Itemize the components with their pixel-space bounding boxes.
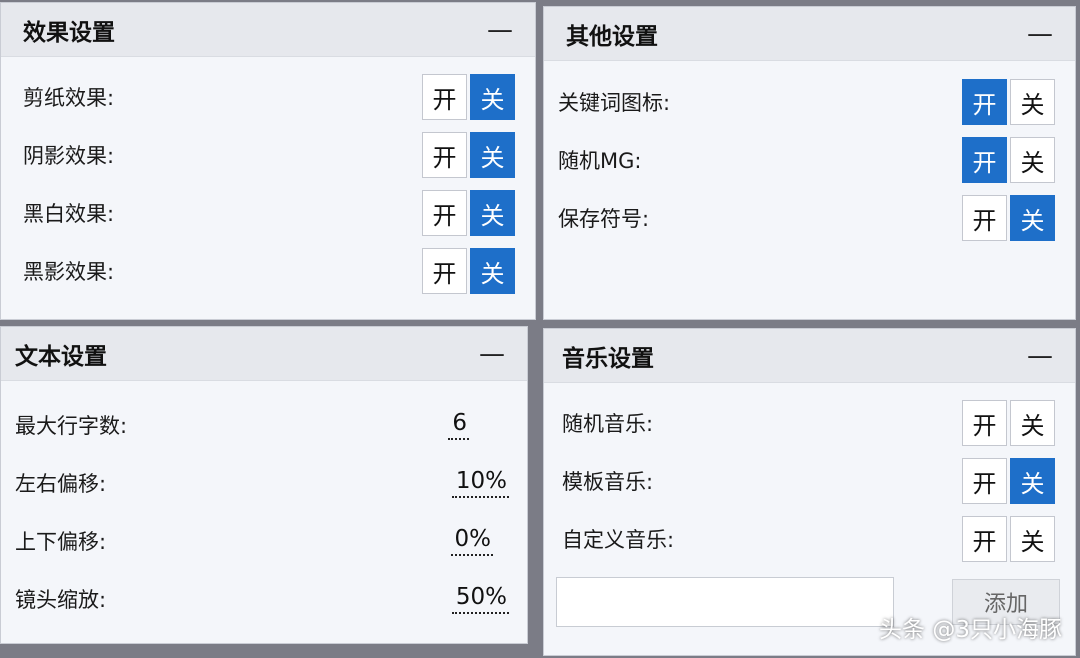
on-button[interactable]: 开 — [422, 74, 467, 120]
off-button[interactable]: 关 — [470, 74, 515, 120]
zoom-value[interactable]: 50% — [451, 584, 509, 614]
off-button[interactable]: 关 — [470, 132, 515, 178]
row-label: 阴影效果: — [23, 144, 115, 168]
row-label: 上下偏移: — [15, 530, 107, 554]
on-button[interactable]: 开 — [962, 195, 1007, 241]
music-panel-header: 音乐设置 — — [544, 329, 1075, 383]
panel-title: 效果设置 — [23, 19, 115, 46]
on-button[interactable]: 开 — [962, 516, 1007, 562]
row-label: 黑影效果: — [23, 260, 115, 284]
off-button[interactable]: 关 — [1010, 79, 1055, 125]
toggle-group: 开 关 — [422, 190, 515, 236]
off-button[interactable]: 关 — [470, 190, 515, 236]
setting-row-shadow: 阴影效果: 开 关 — [23, 131, 515, 179]
horizontal-offset-value[interactable]: 10% — [451, 468, 509, 498]
other-panel: 其他设置 — 关键词图标: 开 关 随机MG: 开 关 保存符号: 开 关 — [543, 6, 1076, 320]
setting-row-custom-music: 自定义音乐: 开 关 — [562, 515, 1055, 563]
row-label: 黑白效果: — [23, 202, 115, 226]
row-label: 保存符号: — [558, 207, 650, 231]
setting-row-max-chars: 最大行字数: 6 — [15, 401, 509, 449]
toggle-group: 开 关 — [962, 400, 1055, 446]
toggle-group: 开 关 — [962, 458, 1055, 504]
setting-row-vertical-offset: 上下偏移: 0% — [15, 517, 509, 565]
music-path-input[interactable] — [556, 577, 894, 627]
on-button[interactable]: 开 — [962, 458, 1007, 504]
row-label: 镜头缩放: — [15, 588, 107, 612]
on-button[interactable]: 开 — [962, 137, 1007, 183]
setting-row-save-symbol: 保存符号: 开 关 — [558, 194, 1055, 242]
toggle-group: 开 关 — [962, 137, 1055, 183]
setting-row-horizontal-offset: 左右偏移: 10% — [15, 459, 509, 507]
vertical-offset-value[interactable]: 0% — [450, 526, 493, 556]
toggle-group: 开 关 — [422, 74, 515, 120]
row-label: 关键词图标: — [558, 91, 671, 115]
other-panel-header: 其他设置 — — [544, 7, 1075, 61]
row-label: 模板音乐: — [562, 470, 654, 494]
setting-row-black-white: 黑白效果: 开 关 — [23, 189, 515, 237]
watermark-text: 头条 @3只小海豚 — [879, 617, 1062, 643]
collapse-icon[interactable]: — — [479, 341, 505, 367]
toggle-group: 开 关 — [962, 195, 1055, 241]
on-button[interactable]: 开 — [422, 190, 467, 236]
setting-row-paper-cut: 剪纸效果: 开 关 — [23, 73, 515, 121]
on-button[interactable]: 开 — [422, 132, 467, 178]
toggle-group: 开 关 — [962, 516, 1055, 562]
collapse-icon[interactable]: — — [487, 17, 513, 43]
setting-row-random-music: 随机音乐: 开 关 — [562, 399, 1055, 447]
panel-title: 其他设置 — [566, 23, 658, 50]
effects-panel-header: 效果设置 — — [1, 3, 535, 57]
on-button[interactable]: 开 — [962, 400, 1007, 446]
row-label: 最大行字数: — [15, 414, 128, 438]
row-label: 自定义音乐: — [562, 528, 675, 552]
off-button[interactable]: 关 — [1010, 137, 1055, 183]
panel-title: 文本设置 — [15, 343, 107, 370]
on-button[interactable]: 开 — [962, 79, 1007, 125]
text-panel-header: 文本设置 — — [1, 327, 527, 381]
row-label: 剪纸效果: — [23, 86, 115, 110]
off-button[interactable]: 关 — [470, 248, 515, 294]
panel-title: 音乐设置 — [562, 345, 654, 372]
off-button[interactable]: 关 — [1010, 458, 1055, 504]
row-label: 随机音乐: — [562, 412, 654, 436]
music-panel: 音乐设置 — 随机音乐: 开 关 模板音乐: 开 关 自定义音乐: 开 关 添加 — [543, 328, 1076, 656]
toggle-group: 开 关 — [422, 132, 515, 178]
row-label: 随机MG: — [558, 149, 642, 173]
off-button[interactable]: 关 — [1010, 516, 1055, 562]
off-button[interactable]: 关 — [1010, 195, 1055, 241]
toggle-group: 开 关 — [962, 79, 1055, 125]
setting-row-template-music: 模板音乐: 开 关 — [562, 457, 1055, 505]
setting-row-keyword-icon: 关键词图标: 开 关 — [558, 78, 1055, 126]
toggle-group: 开 关 — [422, 248, 515, 294]
text-panel: 文本设置 — 最大行字数: 6 左右偏移: 10% 上下偏移: 0% 镜头缩放:… — [0, 326, 528, 644]
row-label: 左右偏移: — [15, 472, 107, 496]
max-chars-value[interactable]: 6 — [448, 410, 469, 440]
setting-row-silhouette: 黑影效果: 开 关 — [23, 247, 515, 295]
on-button[interactable]: 开 — [422, 248, 467, 294]
collapse-icon[interactable]: — — [1027, 343, 1053, 369]
off-button[interactable]: 关 — [1010, 400, 1055, 446]
setting-row-random-mg: 随机MG: 开 关 — [558, 136, 1055, 184]
setting-row-zoom: 镜头缩放: 50% — [15, 575, 509, 623]
effects-panel: 效果设置 — 剪纸效果: 开 关 阴影效果: 开 关 黑白效果: 开 关 黑影效… — [0, 2, 536, 320]
collapse-icon[interactable]: — — [1027, 21, 1053, 47]
